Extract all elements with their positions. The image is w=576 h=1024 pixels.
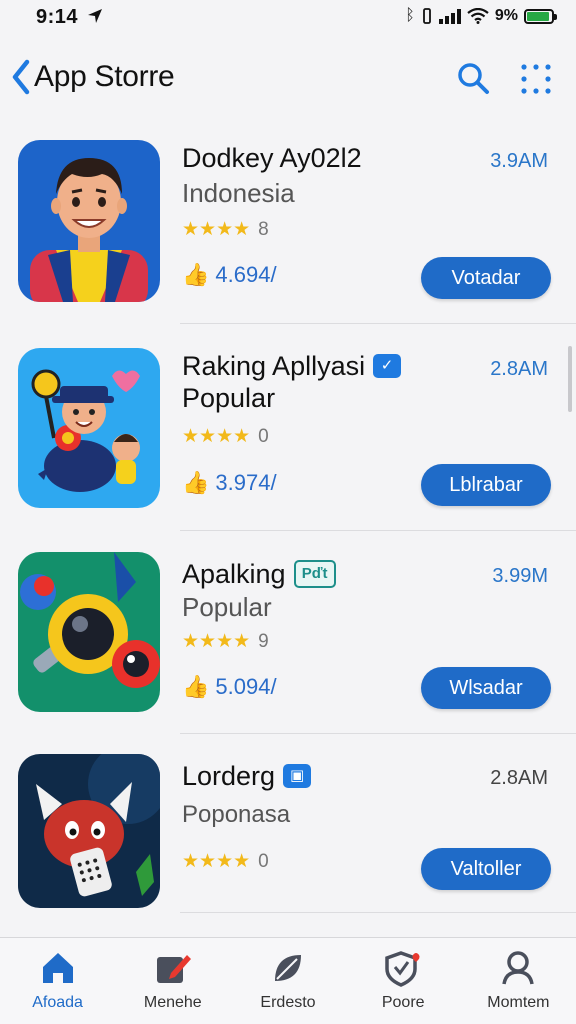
get-button[interactable]: Votadar xyxy=(421,257,551,299)
rating-count: 0 xyxy=(258,850,269,872)
tab-discover[interactable]: Erdesto xyxy=(230,938,345,1024)
signal-icon xyxy=(438,8,461,24)
chart-badge-icon: ▣ xyxy=(283,764,312,788)
divider xyxy=(180,530,576,531)
likes: 👍 5.094/ xyxy=(182,674,277,700)
star-icon: ★★★★ xyxy=(182,219,251,240)
likes: 👍 4.694/ xyxy=(182,262,277,288)
app-subtitle: Indonesia xyxy=(182,178,295,208)
thumbs-up-icon: 👍 xyxy=(182,262,210,287)
tab-edit[interactable]: Menehe xyxy=(115,938,230,1024)
vibrate-icon xyxy=(422,8,431,24)
likes: 👍 3.974/ xyxy=(182,470,277,496)
back-button[interactable]: App Storre xyxy=(10,58,175,96)
app-size: 2.8AM xyxy=(490,358,548,380)
tab-label: Menehe xyxy=(143,994,202,1011)
status-indicators: ᛒ 9% xyxy=(405,6,557,26)
tab-label: Erdesto xyxy=(260,994,316,1011)
star-rating: ★★★★ 0 xyxy=(182,425,269,448)
divider xyxy=(180,912,576,913)
app-subtitle: Poponasa xyxy=(182,801,291,828)
battery-percent: 9% xyxy=(494,7,518,24)
get-button[interactable]: Wlsadar xyxy=(421,667,551,709)
likes-count: 3.974/ xyxy=(215,470,277,495)
app-icon-apalking[interactable] xyxy=(18,552,160,712)
rating-count: 0 xyxy=(258,425,269,447)
app-size: 3.99M xyxy=(492,565,548,587)
star-rating: ★★★★ 8 xyxy=(182,218,269,241)
thumbs-up-icon: 👍 xyxy=(182,470,210,495)
search-icon xyxy=(458,63,489,94)
app-icon-lorderg[interactable] xyxy=(18,754,160,908)
app-name: Dodkey Ay02l2 xyxy=(182,142,362,174)
star-icon: ★★★★ xyxy=(182,851,251,872)
battery-level xyxy=(527,11,549,21)
get-button[interactable]: Lblrabar xyxy=(421,464,551,506)
app-name-text: Dodkey Ay02l2 xyxy=(182,143,362,173)
app-name-text: Apalking xyxy=(182,559,286,589)
nav-header: App Storre xyxy=(0,44,576,116)
tab-label: Afoada xyxy=(32,994,83,1011)
app-name: Apalking Pďt xyxy=(182,558,336,590)
person-icon xyxy=(502,951,535,985)
wifi-icon xyxy=(467,8,489,24)
grid-dots-icon xyxy=(521,64,551,94)
page-title: App Storre xyxy=(34,60,175,93)
app-size: 2.8AM xyxy=(490,767,548,789)
get-button[interactable]: Valtoller xyxy=(421,848,551,890)
tab-security[interactable]: Poore xyxy=(346,938,461,1024)
scrollbar[interactable] xyxy=(568,346,572,412)
likes-count: 5.094/ xyxy=(215,674,277,699)
tab-bar: Afoada Menehe Erdesto Poore Momtem xyxy=(0,937,576,1024)
category-badge-icon: Pďt xyxy=(293,560,336,588)
thumbs-up-icon: 👍 xyxy=(182,674,210,699)
verified-badge-icon: ✓ xyxy=(373,354,402,378)
location-arrow-icon xyxy=(88,9,102,23)
leaf-icon xyxy=(275,955,301,981)
home-icon xyxy=(42,953,73,983)
app-size: 3.9AM xyxy=(490,150,548,172)
tab-profile[interactable]: Momtem xyxy=(461,938,576,1024)
bluetooth-icon: ᛒ xyxy=(405,7,415,24)
app-subtitle: Popular xyxy=(182,592,272,622)
star-rating: ★★★★ 0 xyxy=(182,850,269,873)
star-icon: ★★★★ xyxy=(182,426,251,447)
rating-count: 9 xyxy=(258,630,269,652)
status-bar: 9:14 ᛒ 9% xyxy=(0,0,576,34)
grid-menu-button[interactable] xyxy=(519,62,553,96)
shield-heart-icon xyxy=(385,951,420,987)
status-time: 9:14 xyxy=(36,6,79,28)
tab-label: Poore xyxy=(381,994,425,1011)
app-name: Raking Apllyasi ✓ xyxy=(182,350,402,382)
rating-count: 8 xyxy=(258,218,269,240)
app-name-text: Lorderg xyxy=(182,761,276,791)
pen-icon xyxy=(156,955,191,983)
app-icon-raking[interactable] xyxy=(18,348,160,508)
app-subtitle: Popular xyxy=(182,383,276,413)
likes-count: 4.694/ xyxy=(215,262,277,287)
tab-label: Momtem xyxy=(487,994,550,1011)
star-icon: ★★★★ xyxy=(182,631,251,652)
divider xyxy=(180,733,576,734)
app-name: Lorderg ▣ xyxy=(182,760,312,792)
chevron-left-icon xyxy=(12,59,30,95)
app-icon-dodkey[interactable] xyxy=(18,140,160,302)
star-rating: ★★★★ 9 xyxy=(182,630,269,653)
divider xyxy=(180,323,576,324)
app-name-text: Raking Apllyasi xyxy=(182,351,366,381)
tab-home[interactable]: Afoada xyxy=(0,938,115,1024)
battery-icon xyxy=(524,8,557,24)
search-button[interactable] xyxy=(455,60,491,96)
